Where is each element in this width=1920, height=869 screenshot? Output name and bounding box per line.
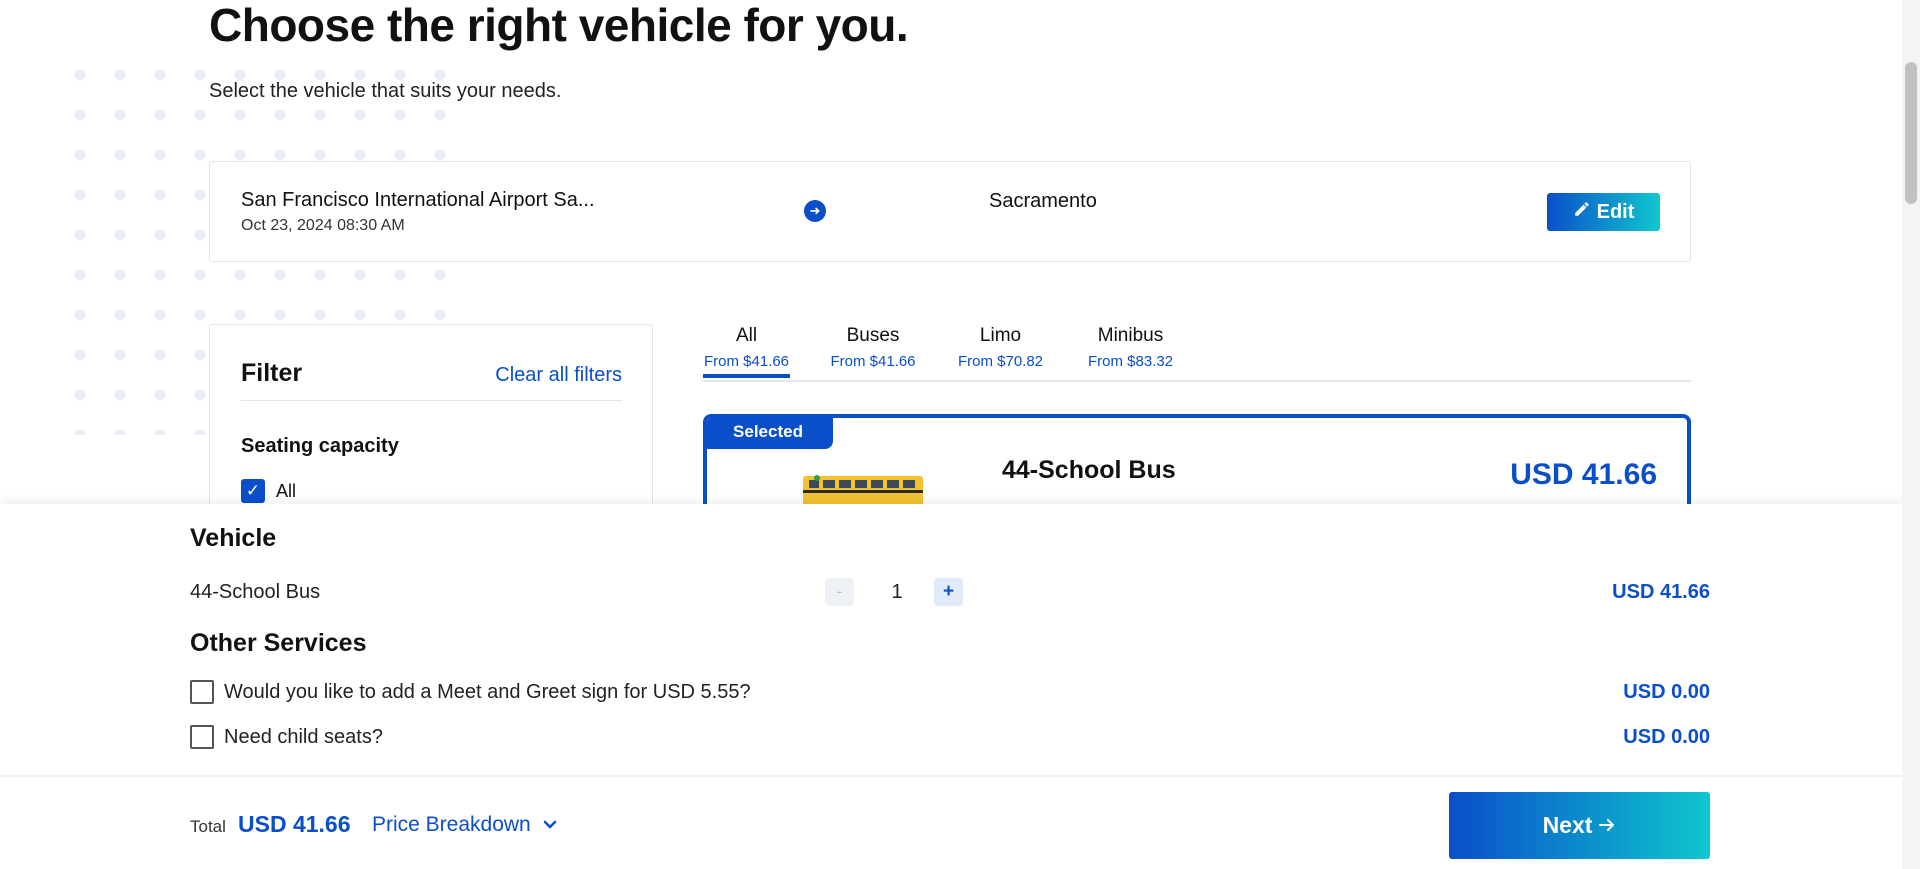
checkout-footer: Total USD 41.66 Price Breakdown Next xyxy=(0,776,1920,869)
child-seats-checkbox[interactable] xyxy=(190,725,214,749)
tab-price: From $41.66 xyxy=(703,353,790,370)
other-services-title: Other Services xyxy=(190,629,367,657)
service-row-child-seats: Need child seats? USD 0.00 xyxy=(190,725,1710,751)
edit-button-label: Edit xyxy=(1596,200,1635,223)
filter-divider xyxy=(241,400,622,401)
route-card: San Francisco International Airport Sa..… xyxy=(209,161,1691,262)
route-destination: Sacramento xyxy=(989,190,1097,212)
page-title: Choose the right vehicle for you. xyxy=(209,0,909,51)
filter-panel: Filter Clear all filters Seating capacit… xyxy=(209,324,653,524)
clear-all-filters-link[interactable]: Clear all filters xyxy=(495,364,622,387)
summary-vehicle-name: 44-School Bus xyxy=(190,581,321,603)
page: Choose the right vehicle for you. Select… xyxy=(0,0,1920,869)
seating-all-checkbox[interactable]: ✓ xyxy=(241,479,265,503)
order-summary-content: Vehicle 44-School Bus - 1 + USD 41.66 Ot… xyxy=(190,504,1710,776)
total-label: Total xyxy=(190,817,226,836)
next-button-label: Next xyxy=(1542,812,1593,838)
tab-label: Limo xyxy=(979,325,1022,346)
order-summary-panel: Vehicle 44-School Bus - 1 + USD 41.66 Ot… xyxy=(0,504,1920,776)
quantity-value: 1 xyxy=(891,581,903,603)
quantity-increase-button[interactable]: + xyxy=(934,578,963,606)
seating-all-label: All xyxy=(276,481,297,501)
route-origin: San Francisco International Airport Sa..… xyxy=(241,189,595,211)
service-row-meet-greet: Would you like to add a Meet and Greet s… xyxy=(190,680,1710,706)
seating-capacity-title: Seating capacity xyxy=(241,435,399,457)
price-breakdown-toggle[interactable]: Price Breakdown xyxy=(372,813,557,837)
pencil-icon xyxy=(1573,200,1591,224)
scrollbar-thumb[interactable] xyxy=(1905,62,1917,204)
arrow-right-icon xyxy=(1598,812,1616,839)
tab-limo[interactable]: Limo From $70.82 xyxy=(955,325,1046,370)
vehicle-type-tabs: All From $41.66 Buses From $41.66 Limo F… xyxy=(703,325,1691,382)
total-value: USD 41.66 xyxy=(238,811,351,837)
price-breakdown-label: Price Breakdown xyxy=(372,813,531,836)
edit-route-button[interactable]: Edit xyxy=(1547,193,1660,231)
vehicle-price: USD 41.66 xyxy=(1510,458,1657,491)
selected-badge: Selected xyxy=(707,418,833,449)
meet-greet-checkbox[interactable] xyxy=(190,680,214,704)
chevron-down-icon xyxy=(543,817,557,833)
meet-greet-label: Would you like to add a Meet and Greet s… xyxy=(224,681,751,703)
tab-label: Minibus xyxy=(1097,325,1164,346)
tab-buses[interactable]: Buses From $41.66 xyxy=(828,325,918,370)
tab-label: Buses xyxy=(846,325,900,346)
page-subtitle: Select the vehicle that suits your needs… xyxy=(209,80,562,102)
tab-price: From $83.32 xyxy=(1087,353,1174,370)
vehicle-name: 44-School Bus xyxy=(1002,456,1176,484)
summary-vehicle-title: Vehicle xyxy=(190,524,277,552)
child-seats-price: USD 0.00 xyxy=(1623,726,1710,748)
tab-minibus[interactable]: Minibus From $83.32 xyxy=(1085,325,1176,370)
page-scrollbar[interactable] xyxy=(1902,0,1920,869)
tab-price: From $70.82 xyxy=(957,353,1044,370)
next-button[interactable]: Next xyxy=(1449,792,1710,859)
summary-vehicle-price: USD 41.66 xyxy=(1612,581,1710,603)
tab-label: All xyxy=(735,325,758,346)
child-seats-label: Need child seats? xyxy=(224,726,383,748)
tab-all[interactable]: All From $41.66 xyxy=(703,325,790,378)
filter-title: Filter xyxy=(241,359,303,387)
quantity-decrease-button[interactable]: - xyxy=(825,578,854,606)
meet-greet-price: USD 0.00 xyxy=(1623,681,1710,703)
arrow-right-circle-icon: ➜ xyxy=(804,200,826,222)
route-date: Oct 23, 2024 08:30 AM xyxy=(241,217,405,234)
tab-price: From $41.66 xyxy=(830,353,916,370)
